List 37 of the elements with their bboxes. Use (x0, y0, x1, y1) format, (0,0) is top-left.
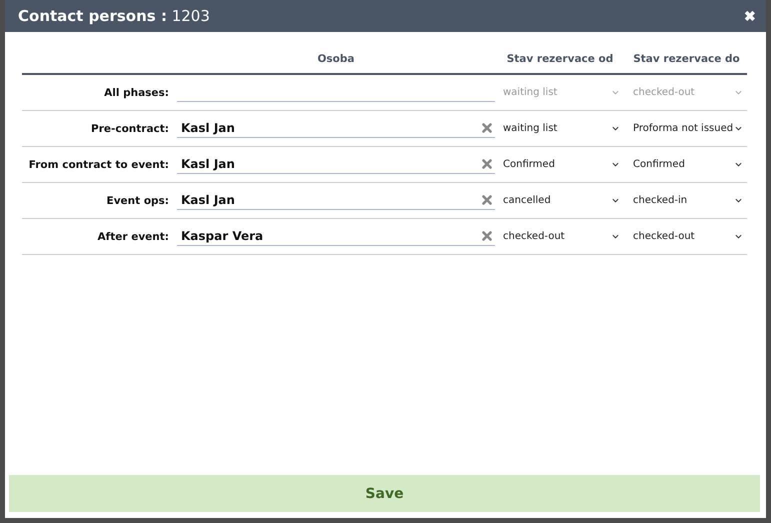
chevron-down-icon (735, 90, 742, 95)
clear-icon[interactable] (482, 231, 492, 241)
status-select[interactable]: checked-in (625, 195, 748, 206)
person-field[interactable]: Kasl Jan (177, 191, 495, 210)
status-select[interactable]: checked-out (625, 231, 748, 242)
clear-icon[interactable] (482, 159, 492, 169)
status-select[interactable]: waiting list (495, 123, 625, 134)
dialog-title: Contact persons : 1203 (18, 7, 210, 25)
chevron-down-icon (735, 126, 742, 131)
phase-label: Event ops: (106, 194, 170, 206)
save-button[interactable]: Save (9, 475, 760, 512)
chevron-down-icon (612, 162, 619, 167)
chevron-down-icon (735, 234, 742, 239)
phase-label: Pre-contract: (90, 122, 170, 134)
status-select[interactable]: Confirmed (625, 159, 748, 170)
status-select[interactable]: checked-out (495, 231, 625, 242)
chevron-down-icon (612, 90, 619, 95)
chevron-down-icon (612, 234, 619, 239)
chevron-down-icon (735, 162, 742, 167)
column-header: Stav rezervace od (506, 52, 614, 65)
status-select[interactable]: cancelled (495, 195, 625, 206)
column-header: Stav rezervace do (632, 52, 741, 65)
person-field[interactable]: Kaspar Vera (177, 227, 495, 246)
clear-icon[interactable] (482, 123, 492, 133)
phase-label: From contract to event: (28, 158, 170, 170)
phase-label: After event: (96, 230, 170, 242)
column-header: Osoba (316, 52, 356, 65)
chevron-down-icon (612, 126, 619, 131)
chevron-down-icon (735, 198, 742, 203)
clear-icon[interactable] (482, 195, 492, 205)
phase-label: All phases: (103, 86, 170, 98)
person-field[interactable]: Kasl Jan (177, 119, 495, 138)
status-select[interactable]: Confirmed (495, 159, 625, 170)
close-button[interactable]: ✖ (744, 8, 756, 24)
status-select[interactable]: Proforma not issued (625, 123, 748, 134)
chevron-down-icon (612, 198, 619, 203)
person-field[interactable]: Kasl Jan (177, 155, 495, 174)
